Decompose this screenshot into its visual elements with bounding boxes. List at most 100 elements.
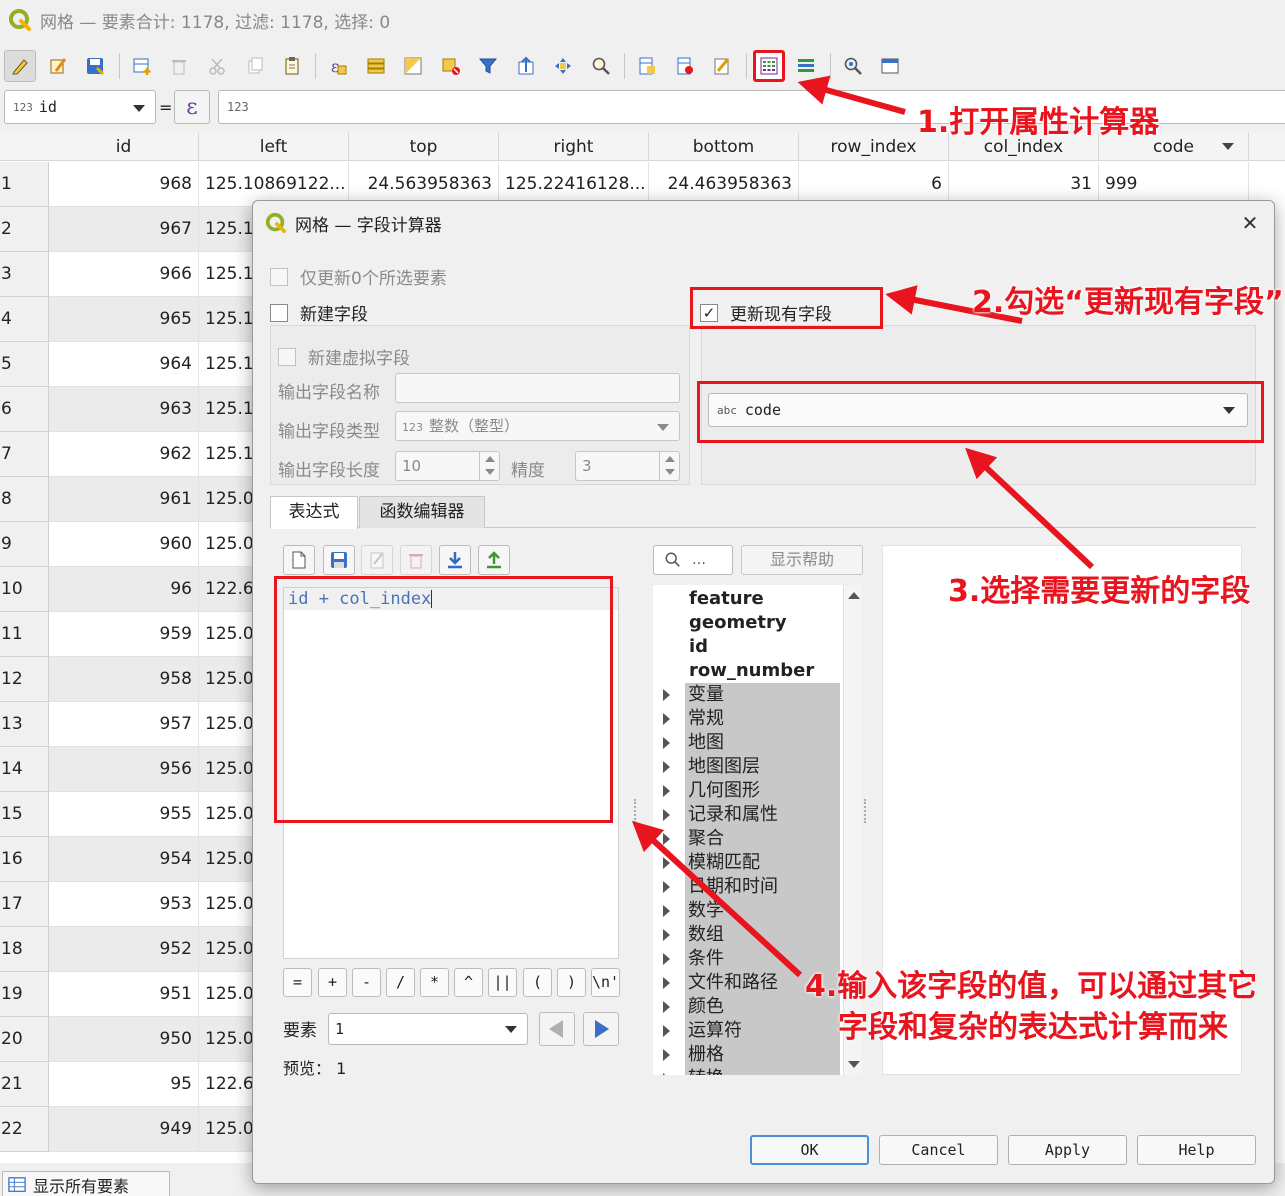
function-group[interactable]: 常规 — [663, 707, 840, 731]
cell-id[interactable]: 96 — [49, 567, 199, 612]
delete-expression-button[interactable] — [400, 545, 432, 575]
chevron-right-icon[interactable] — [663, 953, 670, 965]
function-group[interactable]: 几何图形 — [663, 779, 840, 803]
column-header-top[interactable]: top — [349, 133, 499, 161]
close-icon[interactable]: ✕ — [1238, 211, 1262, 235]
cancel-button[interactable]: Cancel — [879, 1135, 998, 1165]
splitter-handle[interactable] — [634, 799, 638, 823]
splitter-handle[interactable] — [864, 799, 868, 823]
pan-to-selection-button[interactable] — [547, 50, 579, 82]
row-number[interactable]: 11 — [0, 612, 49, 657]
row-number[interactable]: 17 — [0, 882, 49, 927]
operator-button[interactable]: * — [420, 968, 449, 997]
row-number[interactable]: 9 — [0, 522, 49, 567]
cell-id[interactable]: 966 — [49, 252, 199, 297]
row-number[interactable]: 6 — [0, 387, 49, 432]
cut-button[interactable] — [201, 50, 233, 82]
chevron-right-icon[interactable] — [663, 929, 670, 941]
chevron-right-icon[interactable] — [663, 1049, 670, 1061]
operator-button[interactable]: \n' — [591, 968, 620, 997]
row-number[interactable]: 22 — [0, 1107, 49, 1152]
pencil-edit-button[interactable] — [4, 50, 36, 82]
cell-id[interactable]: 959 — [49, 612, 199, 657]
function-group[interactable]: 变量 — [663, 683, 840, 707]
function-group[interactable]: 地图图层 — [663, 755, 840, 779]
cell-id[interactable]: 953 — [49, 882, 199, 927]
chevron-right-icon[interactable] — [663, 761, 670, 773]
copy-button[interactable] — [238, 50, 270, 82]
organize-columns-button[interactable] — [790, 50, 822, 82]
spin-arrows-icon[interactable] — [659, 452, 679, 480]
function-group[interactable]: 聚合 — [663, 827, 840, 851]
cell-id[interactable]: 956 — [49, 747, 199, 792]
field-select[interactable]: 123 id — [4, 90, 156, 124]
cell-id[interactable]: 957 — [49, 702, 199, 747]
move-selection-top-button[interactable] — [510, 50, 542, 82]
new-field-button[interactable] — [631, 50, 663, 82]
apply-button[interactable]: Apply — [1008, 1135, 1127, 1165]
operator-button[interactable]: ^ — [454, 968, 483, 997]
conditional-format-button[interactable] — [706, 50, 738, 82]
function-search-input[interactable]: … — [653, 545, 733, 575]
cell-id[interactable]: 960 — [49, 522, 199, 567]
chevron-right-icon[interactable] — [663, 905, 670, 917]
save-expression-button[interactable] — [323, 545, 355, 575]
invert-selection-button[interactable] — [397, 50, 429, 82]
filter-button[interactable] — [472, 50, 504, 82]
cell-id[interactable]: 954 — [49, 837, 199, 882]
cell-id[interactable]: 962 — [49, 432, 199, 477]
scroll-down-icon[interactable] — [848, 1061, 860, 1068]
operator-button[interactable]: / — [386, 968, 415, 997]
actions-button[interactable] — [837, 50, 869, 82]
cell-id[interactable]: 968 — [49, 162, 199, 207]
chevron-right-icon[interactable] — [663, 833, 670, 845]
row-number[interactable]: 10 — [0, 567, 49, 612]
row-number[interactable]: 3 — [0, 252, 49, 297]
function-group[interactable]: 地图 — [663, 731, 840, 755]
select-all-button[interactable] — [360, 50, 392, 82]
row-number[interactable]: 4 — [0, 297, 49, 342]
chevron-right-icon[interactable] — [663, 857, 670, 869]
chevron-right-icon[interactable] — [663, 1073, 670, 1075]
zoom-to-selection-button[interactable] — [585, 50, 617, 82]
add-feature-button[interactable] — [126, 50, 158, 82]
cell-id[interactable]: 951 — [49, 972, 199, 1017]
chevron-right-icon[interactable] — [663, 1025, 670, 1037]
chevron-right-icon[interactable] — [663, 1001, 670, 1013]
row-number[interactable]: 5 — [0, 342, 49, 387]
output-length-spinbox[interactable]: 10 — [395, 451, 500, 481]
multi-edit-button[interactable] — [42, 50, 74, 82]
column-header-id[interactable]: id — [49, 133, 199, 161]
cell-id[interactable]: 965 — [49, 297, 199, 342]
chevron-right-icon[interactable] — [663, 713, 670, 725]
function-item[interactable]: feature — [653, 587, 843, 611]
cell-id[interactable]: 961 — [49, 477, 199, 522]
chevron-right-icon[interactable] — [663, 689, 670, 701]
scroll-up-icon[interactable] — [848, 592, 860, 599]
row-number[interactable]: 14 — [0, 747, 49, 792]
next-feature-button[interactable] — [583, 1012, 619, 1046]
expression-button[interactable]: ε — [174, 90, 210, 124]
cell-id[interactable]: 949 — [49, 1107, 199, 1152]
export-expression-button[interactable] — [478, 545, 510, 575]
operator-button[interactable]: + — [318, 968, 347, 997]
virtual-field-checkbox[interactable]: 新建虚拟字段 — [278, 344, 410, 369]
cell-id[interactable]: 955 — [49, 792, 199, 837]
function-group[interactable]: 模糊匹配 — [663, 851, 840, 875]
function-group[interactable]: 运算符 — [663, 1019, 840, 1043]
chevron-right-icon[interactable] — [663, 809, 670, 821]
show-all-features-button[interactable]: 显示所有要素 — [2, 1171, 170, 1196]
output-type-select[interactable]: 123 整数（整型） — [395, 411, 680, 441]
row-number[interactable]: 16 — [0, 837, 49, 882]
cell-id[interactable]: 952 — [49, 927, 199, 972]
deselect-button[interactable] — [435, 50, 467, 82]
column-header-right[interactable]: right — [499, 133, 649, 161]
cell-id[interactable]: 967 — [49, 207, 199, 252]
help-button[interactable]: Help — [1137, 1135, 1256, 1165]
show-help-button[interactable]: 显示帮助 — [741, 545, 863, 575]
chevron-right-icon[interactable] — [663, 785, 670, 797]
function-group[interactable]: 记录和属性 — [663, 803, 840, 827]
output-name-input[interactable] — [395, 373, 680, 403]
chevron-right-icon[interactable] — [663, 977, 670, 989]
column-header-left[interactable]: left — [199, 133, 349, 161]
